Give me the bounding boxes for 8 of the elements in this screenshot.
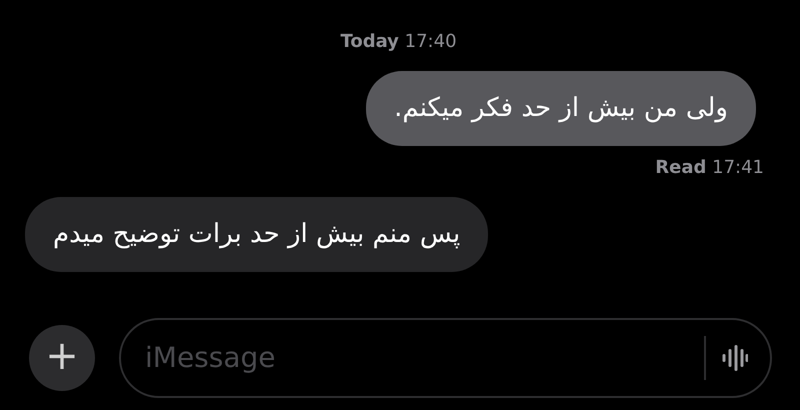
sent-message-bubble: ولی من بیش از حد فکر میکنم. [366, 71, 756, 146]
timestamp: Today 17:40 [340, 30, 457, 54]
message-input-field[interactable]: iMessage [143, 336, 704, 380]
read-receipt: Read 17:41 [655, 156, 764, 180]
audio-waveform-icon[interactable] [722, 343, 748, 373]
message-field[interactable]: iMessage [119, 318, 772, 398]
received-message-bubble: پس منم بیش از حد برات توضیح میدم [25, 197, 488, 272]
add-button[interactable]: + [29, 325, 95, 391]
